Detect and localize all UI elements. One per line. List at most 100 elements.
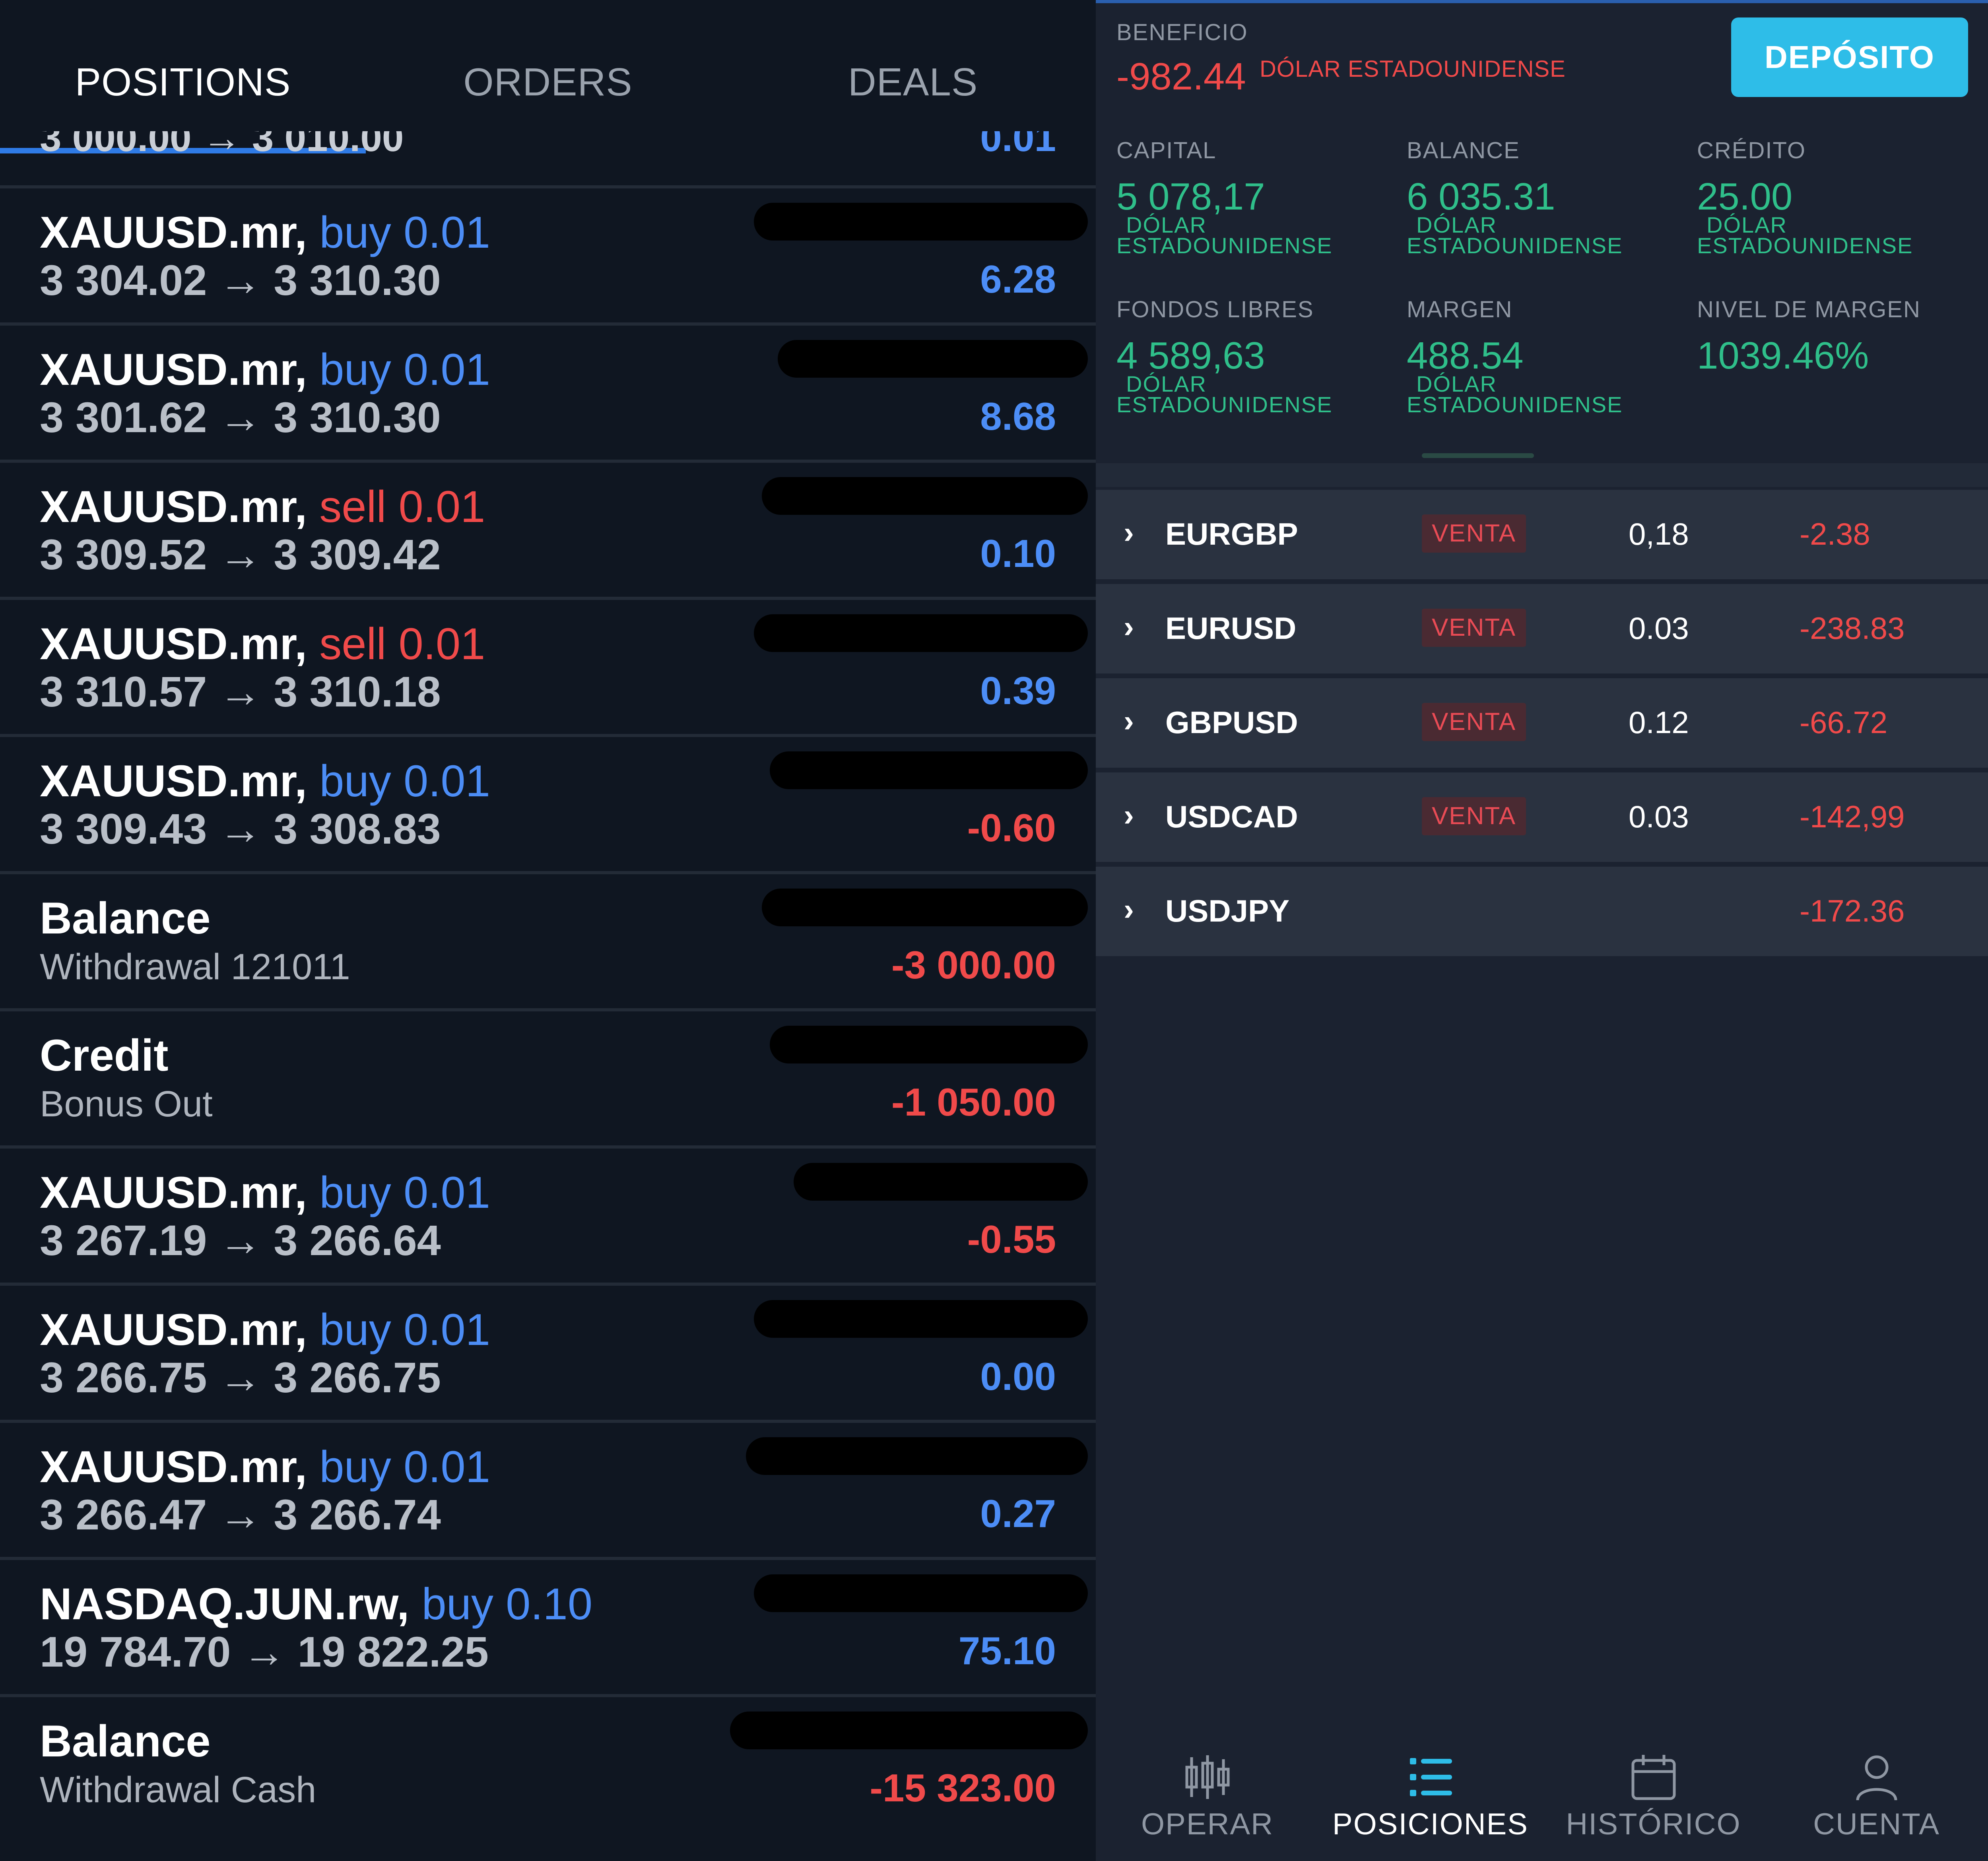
deal-profit: -0.60	[967, 806, 1056, 850]
position-row[interactable]: › USDCAD VENTA 0.03 -142,99	[1096, 772, 1988, 862]
deal-comment: Withdrawal Cash	[40, 1770, 316, 1810]
stat-unit-line1: DÓLAR	[1416, 212, 1497, 237]
deal-profit: 0.10	[980, 532, 1056, 575]
stat-unit-line2: ESTADOUNIDENSE	[1407, 392, 1623, 417]
deal-profit: 0.00	[980, 1355, 1056, 1398]
list-icon	[1409, 1758, 1452, 1796]
deal-side: buy 0.01	[319, 756, 490, 806]
stat-unit-line1: DÓLAR	[1126, 212, 1207, 237]
deal-comment: Withdrawal 121011	[40, 947, 350, 987]
stat-unit-line1: DÓLAR	[1126, 371, 1207, 396]
bottom-navigation: OPERAR POSICIONES HISTÓRICO CUENTA	[1096, 1729, 1988, 1861]
deal-profit: -3 000.00	[891, 943, 1056, 987]
stat-unit: DÓLAR ESTADOUNIDENSE	[1697, 214, 1913, 257]
candlestick-icon	[1185, 1755, 1229, 1799]
partial-row-profit: 0.01	[980, 131, 1056, 159]
nav-operar-label: OPERAR	[1141, 1807, 1274, 1841]
deal-row[interactable]: Credit Bonus Out -1 050.00	[0, 1010, 1096, 1147]
deal-row[interactable]: XAUUSD.mr, buy 0.01 3 266.47 → 3 266.74 0.…	[0, 1421, 1096, 1558]
position-pl: -66.72	[1800, 705, 1888, 740]
redacted-date	[754, 203, 1088, 241]
redacted-date	[762, 889, 1088, 926]
tab-orders[interactable]: ORDERS	[365, 60, 731, 105]
stat-label: CRÉDITO	[1697, 138, 1806, 163]
stat-unit-line2: ESTADOUNIDENSE	[1116, 392, 1333, 417]
deal-profit: 0.27	[980, 1492, 1056, 1535]
nav-posiciones[interactable]: POSICIONES	[1319, 1729, 1542, 1861]
chevron-right-icon[interactable]: ›	[1124, 609, 1134, 645]
account-panel: BENEFICIO -982.44 DÓLAR ESTADOUNIDENSE D…	[1096, 0, 1988, 1861]
profit-currency: DÓLAR ESTADOUNIDENSE	[1260, 56, 1566, 82]
deal-profit: -0.55	[967, 1217, 1056, 1261]
deal-row[interactable]: NASDAQ.JUN.rw, buy 0.10 19 784.70 → 19 82…	[0, 1558, 1096, 1696]
nav-cuenta[interactable]: CUENTA	[1765, 1729, 1988, 1861]
tab-positions[interactable]: POSITIONS	[0, 60, 366, 105]
top-accent-line	[1096, 0, 1988, 3]
redacted-date	[754, 1574, 1088, 1612]
deal-row[interactable]: Balance Withdrawal 121011 -3 000.00	[0, 873, 1096, 1010]
position-volume: 0.03	[1629, 799, 1689, 834]
chevron-right-icon[interactable]: ›	[1124, 703, 1134, 739]
deal-symbol: XAUUSD.mr,	[40, 345, 307, 394]
deal-prices: 19 784.70 → 19 822.25	[40, 1628, 489, 1676]
deal-row[interactable]: XAUUSD.mr, buy 0.01 3 301.62 → 3 310.30 8.…	[0, 324, 1096, 461]
position-symbol: EURGBP	[1165, 516, 1298, 551]
deal-symbol: XAUUSD.mr,	[40, 756, 307, 806]
chevron-right-icon[interactable]: ›	[1124, 514, 1134, 551]
deal-symbol: Balance	[40, 1716, 211, 1766]
position-side-badge: VENTA	[1422, 797, 1526, 835]
position-side-badge: VENTA	[1422, 514, 1526, 553]
stat-unit: DÓLAR ESTADOUNIDENSE	[1407, 212, 1623, 257]
deal-title: Balance	[40, 893, 211, 944]
deal-profit: 75.10	[958, 1629, 1056, 1673]
deal-profit: 6.28	[980, 257, 1056, 301]
position-volume: 0.03	[1629, 611, 1689, 646]
position-row[interactable]: › EURUSD VENTA 0.03 -238.83	[1096, 584, 1988, 673]
position-pl: -238.83	[1800, 611, 1905, 646]
stat-label: BALANCE	[1407, 138, 1520, 163]
position-row[interactable]: › GBPUSD VENTA 0.12 -66.72	[1096, 678, 1988, 768]
stat-label: FONDOS LIBRES	[1116, 297, 1314, 322]
deal-row[interactable]: XAUUSD.mr, sell 0.01 3 310.57 → 3 310.18 0…	[0, 598, 1096, 735]
redacted-date	[754, 1300, 1088, 1338]
chevron-right-icon[interactable]: ›	[1124, 891, 1134, 928]
deposit-button[interactable]: DEPÓSITO	[1731, 17, 1968, 97]
nav-posiciones-label: POSICIONES	[1332, 1807, 1528, 1841]
deal-row[interactable]: XAUUSD.mr, buy 0.01 3 267.19 → 3 266.64 -0…	[0, 1147, 1096, 1284]
deal-symbol: XAUUSD.mr,	[40, 482, 307, 532]
deal-row[interactable]: Balance Withdrawal Cash -15 323.00	[0, 1696, 1096, 1833]
deal-title: XAUUSD.mr, buy 0.01	[40, 1304, 490, 1355]
nav-cuenta-label: CUENTA	[1813, 1807, 1940, 1841]
deal-title: Balance	[40, 1715, 211, 1767]
nav-historico[interactable]: HISTÓRICO	[1542, 1729, 1765, 1861]
stat-unit: DÓLAR ESTADOUNIDENSE	[1407, 373, 1623, 417]
deals-panel: POSITIONS ORDERS DEALS 3 000.00 → 3 010.…	[0, 0, 1096, 1861]
stat-unit: DÓLAR ESTADOUNIDENSE	[1116, 212, 1332, 257]
deal-row[interactable]: XAUUSD.mr, buy 0.01 3 266.75 → 3 266.75 0.…	[0, 1284, 1096, 1421]
deal-title: Credit	[40, 1030, 169, 1081]
position-volume: 0,18	[1629, 516, 1689, 551]
deal-side: sell 0.01	[319, 619, 485, 669]
position-row[interactable]: › USDJPY -172.36	[1096, 867, 1988, 956]
tab-deals[interactable]: DEALS	[730, 60, 1096, 105]
deal-side: sell 0.01	[319, 482, 485, 532]
deal-side: buy 0.01	[319, 1305, 490, 1355]
deal-row[interactable]: XAUUSD.mr, buy 0.01 3 309.43 → 3 308.83 -0…	[0, 735, 1096, 873]
redacted-date	[770, 751, 1088, 789]
deal-row[interactable]: XAUUSD.mr, buy 0.01 3 304.02 → 3 310.30 6.…	[0, 187, 1096, 324]
deal-symbol: XAUUSD.mr,	[40, 1305, 307, 1355]
section-divider	[1096, 463, 1988, 487]
redacted-date	[794, 1163, 1088, 1201]
deal-row[interactable]: XAUUSD.mr, sell 0.01 3 309.52 → 3 309.42 0…	[0, 461, 1096, 598]
deal-symbol: XAUUSD.mr,	[40, 619, 307, 669]
calendar-icon	[1631, 1755, 1675, 1800]
nav-operar[interactable]: OPERAR	[1096, 1729, 1319, 1861]
chevron-right-icon[interactable]: ›	[1124, 797, 1134, 833]
deal-prices: 3 301.62 → 3 310.30	[40, 393, 441, 441]
deal-profit: -15 323.00	[870, 1766, 1056, 1810]
deal-symbol: XAUUSD.mr,	[40, 1168, 307, 1217]
position-row[interactable]: › EURGBP VENTA 0,18 -2.38	[1096, 490, 1988, 579]
redacted-date	[730, 1712, 1088, 1749]
profit-value: -982.44	[1116, 55, 1246, 98]
deal-symbol: Credit	[40, 1030, 169, 1080]
